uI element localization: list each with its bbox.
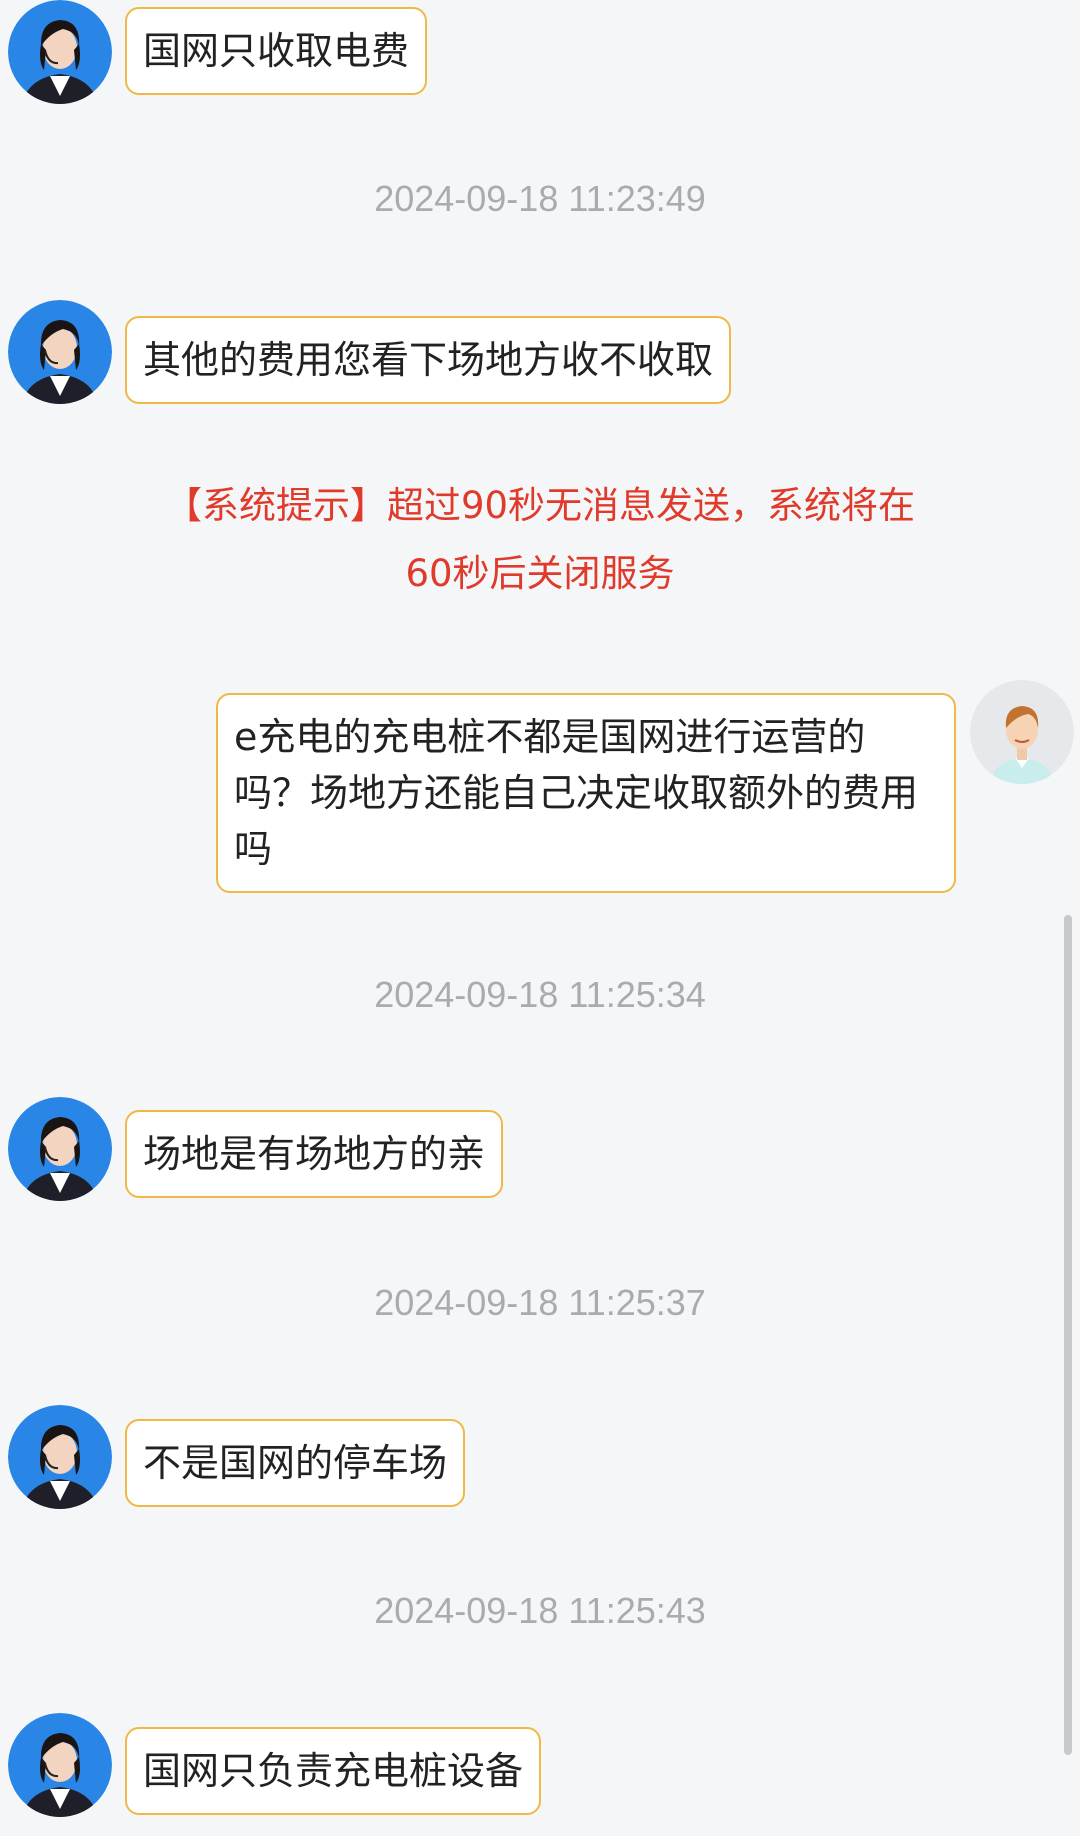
agent-avatar[interactable]: [8, 1713, 112, 1817]
agent-message-bubble: 国网只收取电费: [125, 7, 428, 95]
user-avatar[interactable]: [970, 680, 1074, 784]
timestamp: 2024-09-18 11:25:43: [374, 1590, 706, 1631]
agent-avatar[interactable]: [8, 0, 112, 104]
agent-message-bubble: 场地是有场地方的亲: [125, 1110, 504, 1198]
scrollbar[interactable]: [1064, 915, 1072, 1755]
user-message-bubble: e充电的充电桩不都是国网进行运营的吗？场地方还能自己决定收取额外的费用吗: [216, 693, 956, 893]
agent-message-bubble: 国网只负责充电桩设备: [125, 1727, 542, 1815]
chat-window[interactable]: 国网只收取电费 2024-09-18 11:23:49 其他的费用您看下场地方收…: [0, 0, 1080, 1836]
agent-avatar[interactable]: [8, 1405, 112, 1509]
timestamp: 2024-09-18 11:25:34: [374, 974, 706, 1015]
system-notice: 【系统提示】超过90秒无消息发送，系统将在60秒后关闭服务: [164, 484, 916, 595]
agent-avatar[interactable]: [8, 300, 112, 404]
timestamp: 2024-09-18 11:25:37: [374, 1282, 706, 1323]
timestamp: 2024-09-18 11:23:49: [374, 178, 706, 219]
agent-message-bubble: 不是国网的停车场: [125, 1419, 466, 1507]
agent-avatar[interactable]: [8, 1097, 112, 1201]
agent-message-bubble: 其他的费用您看下场地方收不收取: [125, 316, 732, 404]
